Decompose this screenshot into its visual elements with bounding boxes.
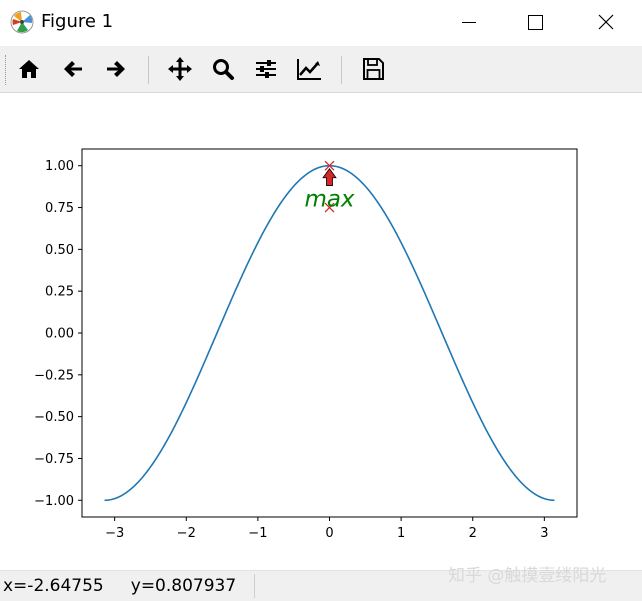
window-title: Figure 1: [41, 11, 114, 32]
status-separator: [254, 574, 255, 598]
y-tick-label: 1.00: [45, 159, 74, 174]
navigation-toolbar: [0, 46, 642, 93]
y-tick-label: −0.25: [34, 368, 74, 383]
close-icon: [598, 14, 614, 30]
maximize-button[interactable]: [512, 6, 558, 38]
configure-subplots-icon: [256, 60, 276, 78]
toolbar-separator: [148, 56, 149, 84]
pan-button[interactable]: [165, 54, 195, 84]
home-button[interactable]: [14, 54, 44, 84]
matplotlib-logo-icon: [10, 10, 34, 34]
forward-button[interactable]: [101, 54, 131, 84]
y-axis: −1.00 −0.75 −0.50 −0.25 0.00 0.25 0.50 0.75 1.00: [34, 159, 82, 509]
y-tick-label: −1.00: [34, 494, 74, 509]
x-tick-label: 2: [469, 526, 477, 541]
y-tick-label: 0.75: [45, 201, 74, 216]
save-icon: [363, 58, 384, 80]
x-tick-label: 0: [325, 526, 333, 541]
cursor-coordinates: x=-2.64755 y=0.807937: [3, 576, 237, 596]
title-bar: Figure 1: [0, 0, 642, 44]
x-tick-label: 1: [397, 526, 405, 541]
annotation-text: max: [304, 187, 354, 213]
configure-subplots-button[interactable]: [251, 54, 281, 84]
y-tick-label: −0.75: [34, 452, 74, 467]
watermark: 知乎 @触摸壹缕阳光: [448, 566, 607, 586]
minimize-button[interactable]: [446, 6, 492, 38]
x-tick-label: −3: [105, 526, 124, 541]
edit-axes-button[interactable]: [294, 54, 324, 84]
y-tick-label: 0.25: [45, 285, 74, 300]
forward-arrow-icon: [107, 61, 125, 77]
zoom-icon: [213, 59, 234, 80]
save-button[interactable]: [358, 54, 388, 84]
toolbar-separator: [341, 56, 342, 84]
close-button[interactable]: [582, 6, 628, 38]
home-icon: [19, 60, 39, 78]
minimize-icon: [462, 22, 476, 23]
edit-axes-icon: [297, 59, 321, 80]
y-tick-label: −0.50: [34, 410, 74, 425]
x-tick-label: −2: [177, 526, 196, 541]
back-button[interactable]: [58, 54, 88, 84]
maximize-icon: [528, 15, 543, 30]
y-tick-label: 0.50: [45, 243, 74, 258]
toolbar-grip[interactable]: [5, 55, 9, 85]
zoom-button[interactable]: [208, 54, 238, 84]
back-arrow-icon: [64, 61, 82, 77]
figure-canvas[interactable]: −3 −2 −1 0 1 2 3 −1.00 −0.75 −0.50 −0.25 0.00 0.25 0…: [0, 93, 642, 569]
x-axis: −3 −2 −1 0 1 2 3: [105, 517, 548, 541]
pan-icon: [168, 57, 192, 81]
x-tick-label: 3: [540, 526, 548, 541]
y-tick-label: 0.00: [45, 327, 74, 342]
plot-svg[interactable]: −3 −2 −1 0 1 2 3 −1.00 −0.75 −0.50 −0.25 0.00 0.25 0…: [0, 93, 642, 569]
x-tick-label: −1: [248, 526, 267, 541]
